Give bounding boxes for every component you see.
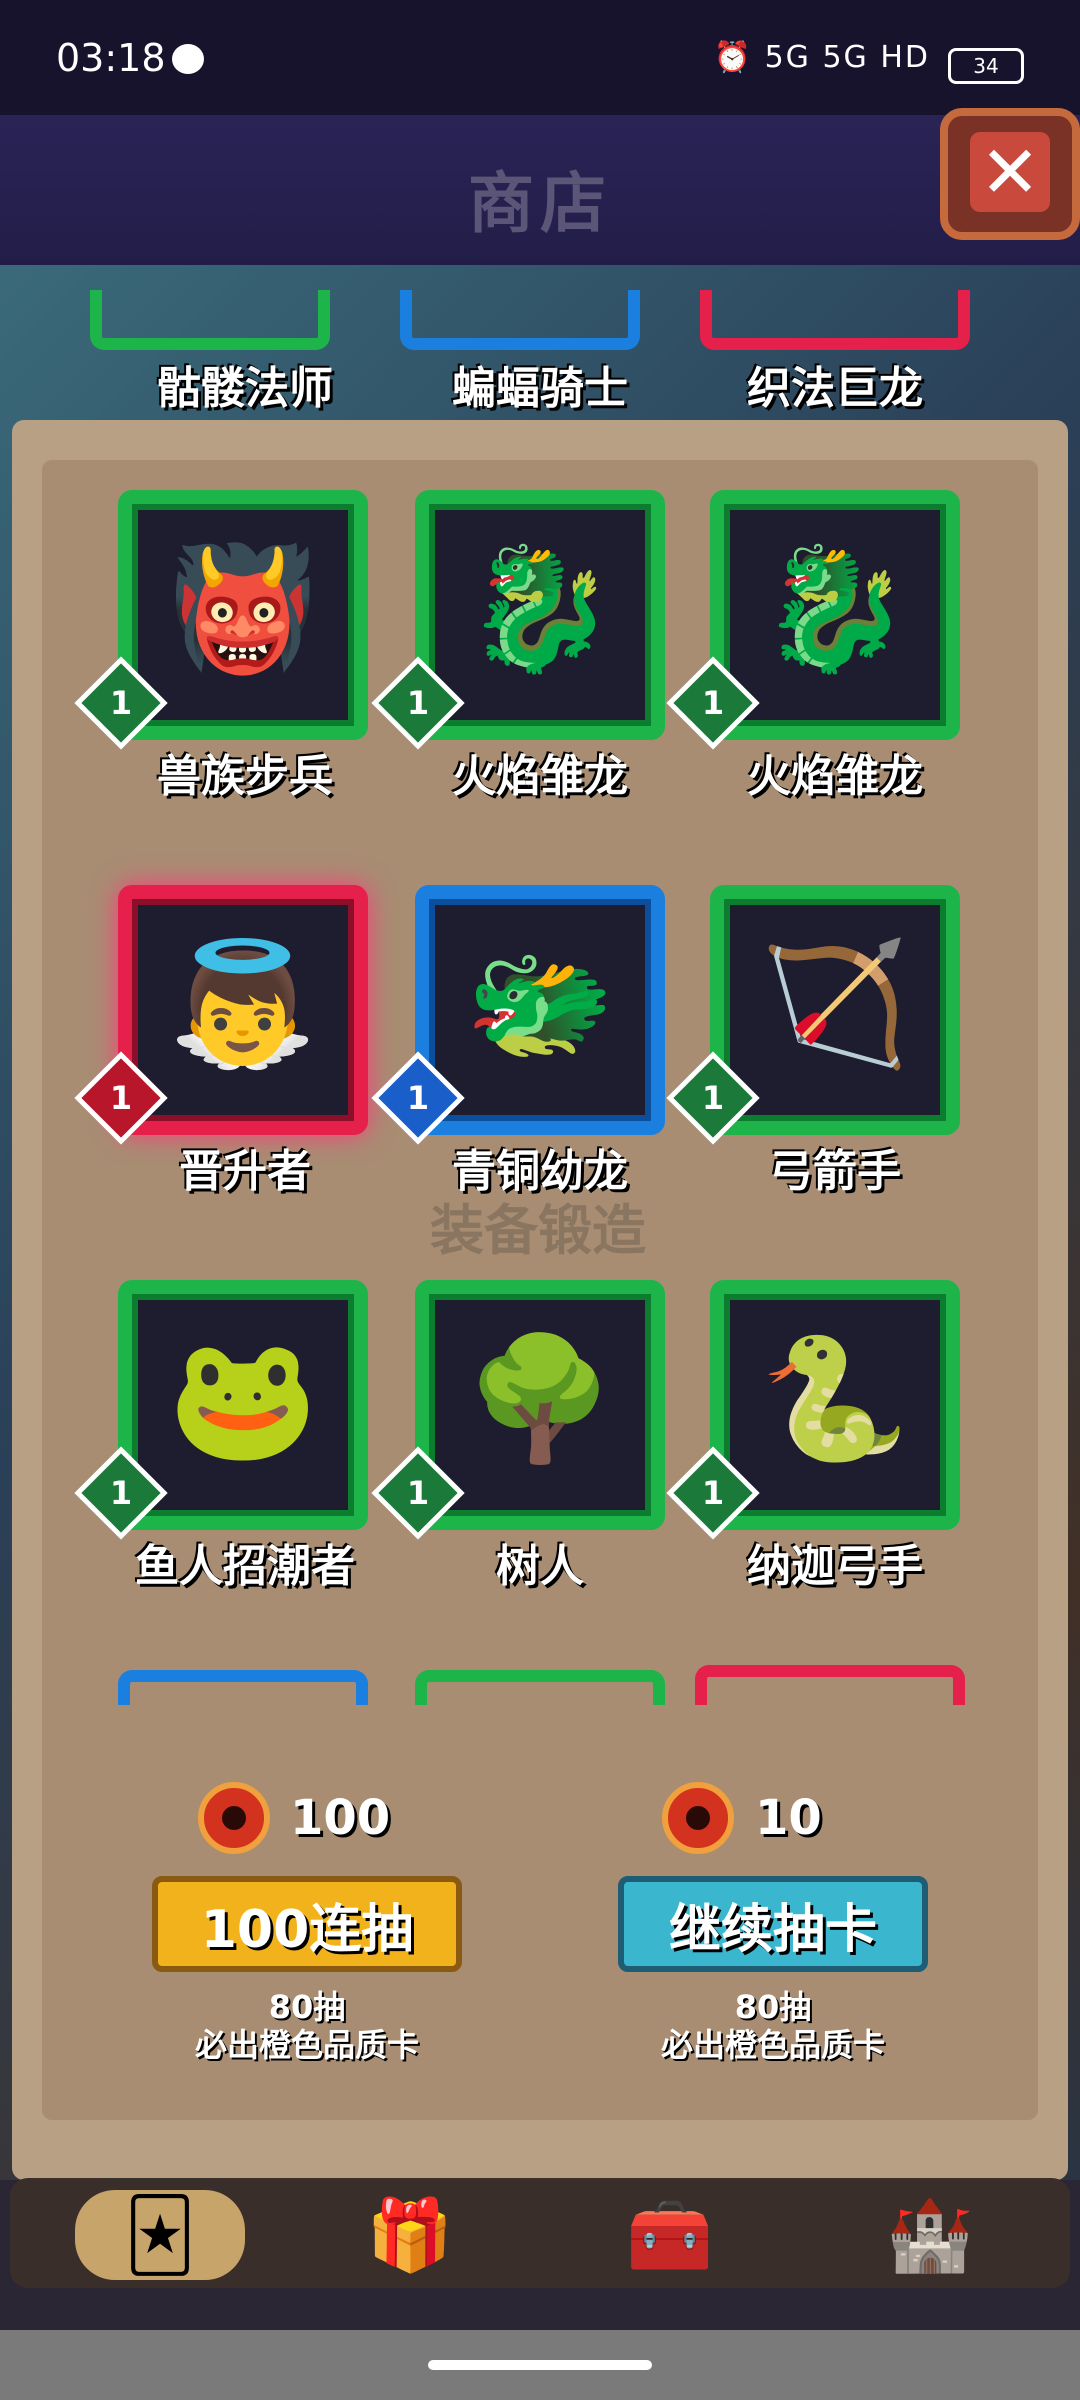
card-name: 纳迦弓手	[747, 1541, 923, 1592]
nav-treasure[interactable]: 🧰	[595, 2190, 745, 2280]
partial-card-3[interactable]	[700, 290, 970, 350]
building-icon: 🏰	[886, 2194, 974, 2276]
gift-icon: 🎁	[366, 2194, 454, 2276]
nav-card-pack[interactable]: 🃏	[75, 2190, 245, 2280]
currency-coin-icon	[198, 1782, 270, 1854]
home-indicator[interactable]	[428, 2360, 652, 2370]
card-name: 鱼人招潮者	[135, 1541, 355, 1592]
draw-100-button[interactable]: 100连抽	[152, 1876, 462, 1972]
close-button[interactable]: ✕	[940, 108, 1080, 240]
card-bronze-whelp[interactable]: 🐲 1	[371, 885, 665, 1145]
card-name: 火焰雏龙	[747, 751, 923, 802]
card-name: 火焰雏龙	[452, 751, 628, 802]
card-fire-whelp[interactable]: 🐉 1	[371, 490, 665, 750]
card-naga-archer[interactable]: 🐍 1	[666, 1280, 960, 1540]
card-ascendant[interactable]: 👼 1	[74, 885, 368, 1145]
partial-card-1[interactable]	[90, 290, 330, 350]
card-name: 树人	[496, 1541, 584, 1592]
card-name: 晋升者	[179, 1146, 311, 1197]
card-treant[interactable]: 🌳 1	[371, 1280, 665, 1540]
signal-icons: ⏰ 5G 5G HD	[713, 40, 930, 75]
card-orc-infantry[interactable]: 👹 1	[74, 490, 368, 750]
partial-card-2[interactable]	[400, 290, 640, 350]
status-bar: 03:18 ⏰ 5G 5G HD 34	[0, 0, 1080, 115]
pity-count-left: 80抽	[268, 1988, 346, 2026]
murloc-icon: 🐸	[168, 1330, 318, 1469]
nav-building[interactable]: 🏰	[855, 2190, 1005, 2280]
continue-draw-button[interactable]: 继续抽卡	[618, 1876, 928, 1972]
card-name-top-2: 蝙蝠骑士	[452, 363, 628, 414]
pity-note-right: 必出橙色品质卡	[660, 2026, 885, 2064]
bronze-whelp-icon: 🐲	[465, 935, 615, 1074]
fire-whelp-icon: 🐉	[760, 540, 910, 679]
card-fire-whelp-2[interactable]: 🐉 1	[666, 490, 960, 750]
card-name-top-3: 织法巨龙	[747, 363, 923, 414]
card-name: 弓箭手	[769, 1146, 901, 1197]
naga-archer-icon: 🐍	[760, 1330, 910, 1469]
card-name-top-1: 骷髅法师	[157, 363, 333, 414]
nav-gift[interactable]: 🎁	[335, 2190, 485, 2280]
ascendant-icon: 👼	[168, 935, 318, 1074]
fire-whelp-icon: 🐉	[465, 540, 615, 679]
close-icon: ✕	[970, 132, 1050, 212]
treant-icon: 🌳	[465, 1330, 615, 1469]
pity-note-left: 必出橙色品质卡	[194, 2026, 419, 2064]
notification-dot-icon	[172, 44, 204, 74]
card-name: 青铜幼龙	[452, 1146, 628, 1197]
battery-icon: 34	[948, 48, 1024, 84]
page-title: 商店	[468, 165, 612, 242]
pity-count-right: 80抽	[734, 1988, 812, 2026]
partial-card-5[interactable]	[415, 1670, 665, 1705]
partial-card-4[interactable]	[118, 1670, 368, 1705]
partial-card-6[interactable]	[695, 1665, 965, 1705]
draw-cost-left: 100	[290, 1790, 391, 1846]
card-name: 兽族步兵	[157, 751, 333, 802]
card-pack-icon: 🃏	[124, 2194, 196, 2276]
card-archer[interactable]: 🏹 1	[666, 885, 960, 1145]
archer-icon: 🏹	[760, 935, 910, 1074]
card-murloc-tidecaller[interactable]: 🐸 1	[74, 1280, 368, 1540]
clock: 03:18	[56, 36, 166, 80]
draw-cost-right: 10	[755, 1790, 822, 1846]
treasure-chest-icon: 🧰	[626, 2194, 714, 2276]
system-home-bar	[0, 2330, 1080, 2400]
orc-infantry-icon: 👹	[168, 540, 318, 679]
currency-coin-icon	[662, 1782, 734, 1854]
